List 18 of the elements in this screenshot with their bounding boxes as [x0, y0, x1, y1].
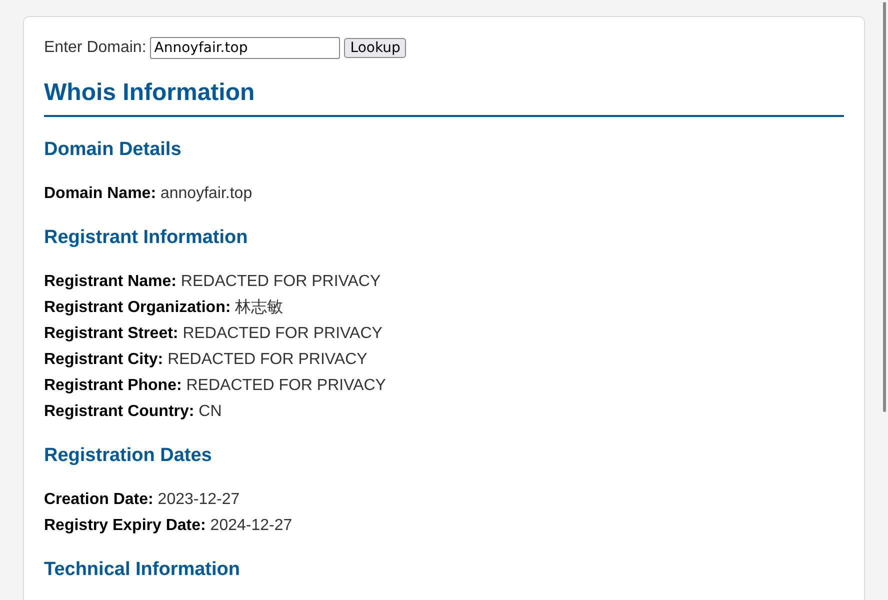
field-line: Registrant Country: CN	[44, 402, 223, 422]
field-line: Registrant Organization: 林志敏	[44, 298, 284, 318]
field-line: Domain Name: annoyfair.top	[44, 184, 254, 204]
field-line: Registrant Phone: REDACTED FOR PRIVACY	[44, 376, 387, 396]
field-line: Creation Date: 2023-12-27	[44, 490, 241, 510]
section-heading: Technical Information	[44, 559, 242, 581]
domain-input-field[interactable]: Annoyfair.top	[150, 37, 340, 59]
page-heading: Whois Information	[44, 79, 256, 107]
section-heading: Domain Details	[44, 139, 182, 161]
field-line: Registry Expiry Date: 2024-12-27	[44, 516, 294, 536]
section-heading: Registration Dates	[44, 445, 213, 467]
scrollbar[interactable]	[883, 2, 886, 412]
lookup-button[interactable]: Lookup	[344, 38, 406, 58]
field-line: Registrant City: REDACTED FOR PRIVACY	[44, 350, 368, 370]
field-line: Registrant Street: REDACTED FOR PRIVACY	[44, 324, 384, 344]
domain-label: Enter Domain:	[44, 39, 146, 57]
section-heading: Registrant Information	[44, 227, 249, 249]
field-line: Registrant Name: REDACTED FOR PRIVACY	[44, 272, 382, 292]
